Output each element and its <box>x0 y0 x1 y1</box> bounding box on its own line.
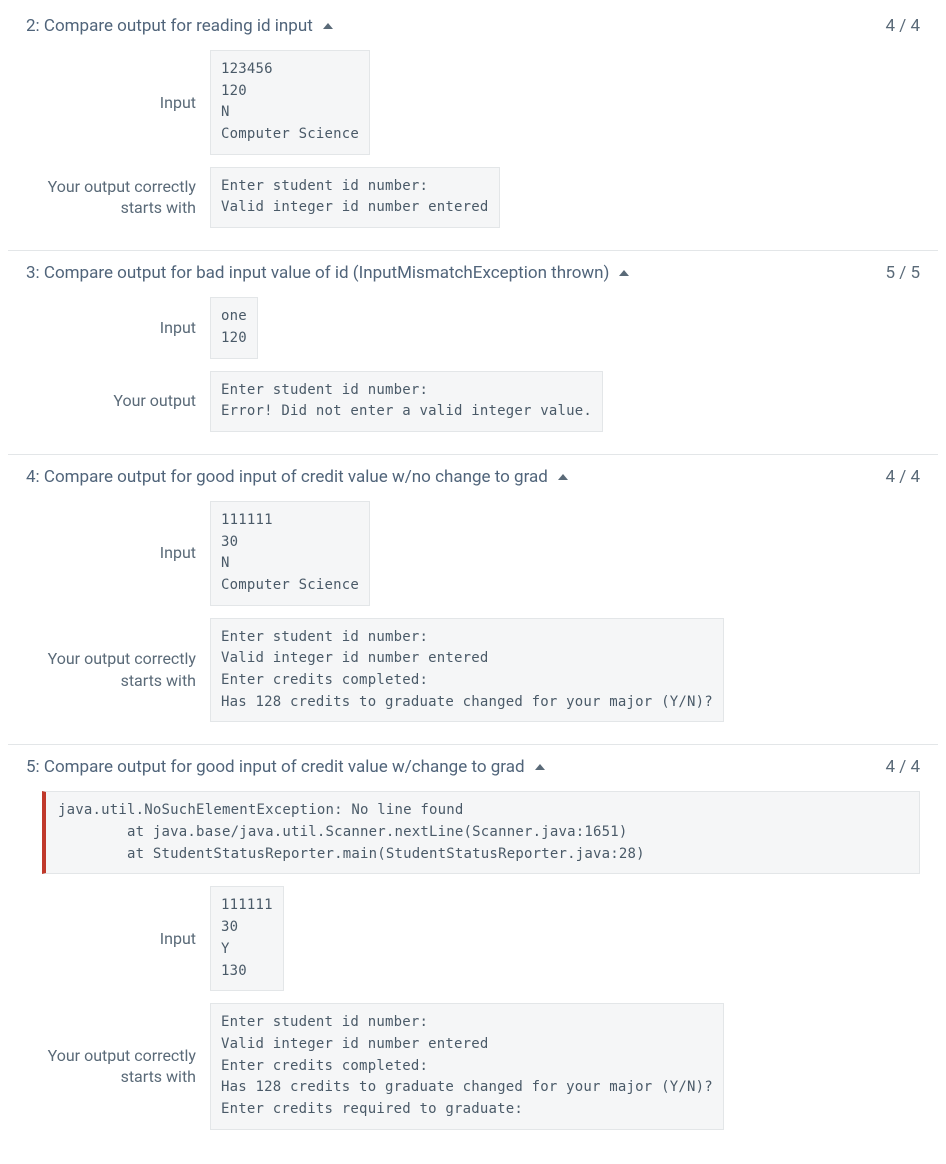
test-block: 3: Compare output for bad input value of… <box>8 255 938 455</box>
test-score: 4 / 4 <box>885 757 920 777</box>
test-title-toggle[interactable]: 4: Compare output for good input of cred… <box>26 467 568 487</box>
io-content: 123456 120 N Computer Science <box>210 50 370 155</box>
io-row: Input 111111 30 N Computer Science <box>26 501 920 606</box>
chevron-up-icon <box>535 764 545 770</box>
test-title: 4: Compare output for good input of cred… <box>26 467 548 487</box>
io-row: Input 111111 30 Y 130 <box>26 886 920 991</box>
chevron-up-icon <box>619 270 629 276</box>
io-label: Input <box>26 317 196 339</box>
test-score: 5 / 5 <box>885 263 920 283</box>
test-block: 5: Compare output for good input of cred… <box>8 749 938 1151</box>
test-header: 3: Compare output for bad input value of… <box>26 263 920 283</box>
io-label: Input <box>26 928 196 950</box>
test-block: 2: Compare output for reading id input 4 … <box>8 8 938 251</box>
error-trace: java.util.NoSuchElementException: No lin… <box>42 791 920 874</box>
io-row: Input 123456 120 N Computer Science <box>26 50 920 155</box>
io-row: Your output correctly starts with Enter s… <box>26 167 920 228</box>
chevron-up-icon <box>558 474 568 480</box>
test-header: 5: Compare output for good input of cred… <box>26 757 920 777</box>
io-content: one 120 <box>210 297 258 358</box>
io-row: Your output correctly starts with Enter s… <box>26 1003 920 1129</box>
chevron-up-icon <box>323 23 333 29</box>
test-block: 4: Compare output for good input of cred… <box>8 459 938 746</box>
io-content: 111111 30 N Computer Science <box>210 501 370 606</box>
io-label: Your output correctly starts with <box>26 648 196 691</box>
test-score: 4 / 4 <box>885 16 920 36</box>
io-content: 111111 30 Y 130 <box>210 886 284 991</box>
io-label: Your output correctly starts with <box>26 1045 196 1088</box>
io-label: Input <box>26 92 196 114</box>
test-score: 4 / 4 <box>885 467 920 487</box>
io-row: Your output correctly starts with Enter s… <box>26 618 920 723</box>
test-header: 4: Compare output for good input of cred… <box>26 467 920 487</box>
io-content: Enter student id number: Valid integer i… <box>210 618 724 723</box>
io-content: Enter student id number: Error! Did not … <box>210 371 603 432</box>
io-label: Input <box>26 542 196 564</box>
test-title: 3: Compare output for bad input value of… <box>26 263 609 283</box>
io-row: Your output Enter student id number: Erro… <box>26 371 920 432</box>
test-title: 5: Compare output for good input of cred… <box>26 757 525 777</box>
test-title-toggle[interactable]: 3: Compare output for bad input value of… <box>26 263 629 283</box>
test-title-toggle[interactable]: 2: Compare output for reading id input <box>26 16 333 36</box>
test-results-container: 2: Compare output for reading id input 4 … <box>8 8 938 1152</box>
io-content: Enter student id number: Valid integer i… <box>210 1003 724 1129</box>
io-content: Enter student id number: Valid integer i… <box>210 167 500 228</box>
test-header: 2: Compare output for reading id input 4 … <box>26 16 920 36</box>
io-label: Your output <box>26 390 196 412</box>
io-row: Input one 120 <box>26 297 920 358</box>
io-label: Your output correctly starts with <box>26 176 196 219</box>
test-title-toggle[interactable]: 5: Compare output for good input of cred… <box>26 757 545 777</box>
test-title: 2: Compare output for reading id input <box>26 16 313 36</box>
